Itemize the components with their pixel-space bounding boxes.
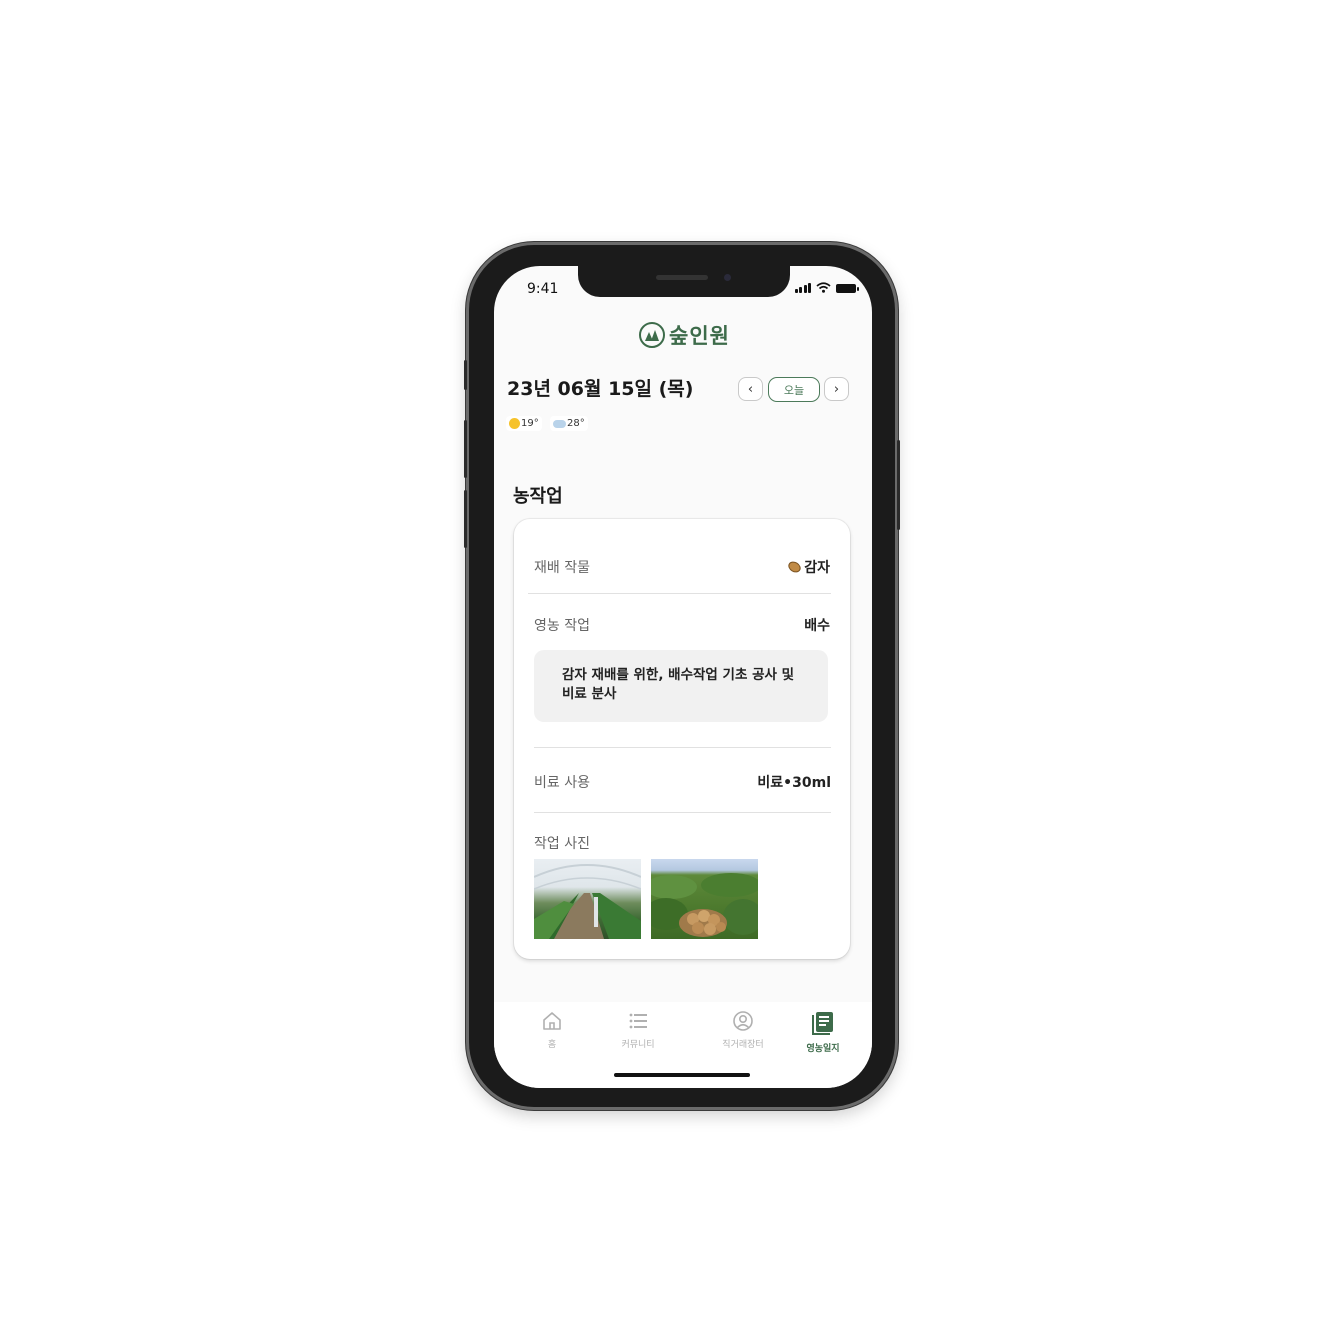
potato-icon — [786, 559, 803, 575]
phone-volume-down — [464, 490, 467, 548]
list-icon — [629, 1013, 647, 1029]
app-screen: 9:41 숲인원 23년 06월 15일 (목) ‹ 오늘 › 19° 28° … — [494, 266, 872, 1088]
tab-home[interactable]: 홈 — [520, 1010, 584, 1050]
chevron-right-icon: › — [833, 381, 840, 397]
weather-badge-high: 28° — [550, 416, 588, 431]
work-photo-potatoes[interactable] — [651, 859, 758, 939]
phone-volume-up — [464, 420, 467, 478]
cloud-icon — [553, 419, 566, 428]
journal-icon — [812, 1012, 833, 1035]
home-indicator — [614, 1073, 750, 1077]
signal-icon — [794, 283, 811, 293]
user-circle-icon — [733, 1011, 753, 1031]
work-value: 배수 — [804, 618, 830, 634]
phone-silent-switch — [464, 360, 467, 390]
weather-temp: 19° — [521, 418, 539, 429]
section-title: 농작업 — [513, 486, 563, 507]
today-button[interactable]: 오늘 — [768, 377, 820, 402]
status-time: 9:41 — [527, 281, 559, 297]
fertilizer-label: 비료 사용 — [534, 775, 590, 791]
prev-day-button[interactable]: ‹ — [738, 377, 763, 401]
status-icons — [794, 282, 859, 293]
sun-icon — [509, 418, 520, 429]
home-icon — [543, 1012, 561, 1030]
wifi-icon — [816, 282, 831, 293]
divider — [534, 747, 831, 748]
tab-farm-journal[interactable]: 영농일지 — [791, 1010, 855, 1054]
photos-label: 작업 사진 — [534, 836, 590, 852]
tab-community[interactable]: 커뮤니티 — [606, 1010, 670, 1050]
phone-power-button — [897, 440, 900, 530]
tab-label: 직거래장터 — [722, 1040, 764, 1050]
weather-badge-low: 19° — [506, 416, 542, 431]
speaker — [656, 275, 708, 280]
chevron-left-icon: ‹ — [747, 381, 754, 397]
divider — [534, 812, 831, 813]
page-date-title: 23년 06월 15일 (목) — [507, 378, 694, 400]
work-memo: 감자 재배를 위한, 배수작업 기초 공사 및 비료 분사 — [534, 650, 828, 722]
tab-label: 영농일지 — [806, 1044, 840, 1054]
work-photo-greenhouse[interactable] — [534, 859, 641, 939]
farm-work-card: 재배 작물 감자 영농 작업 배수 감자 재배를 위한, 배수작업 기초 공사 … — [514, 519, 850, 959]
work-label: 영농 작업 — [534, 618, 590, 634]
app-logo: 숲인원 — [639, 320, 730, 350]
app-logo-text: 숲인원 — [669, 323, 730, 348]
fertilizer-value: 비료•30ml — [757, 775, 831, 791]
weather-temp: 28° — [567, 418, 585, 429]
next-day-button[interactable]: › — [824, 377, 849, 401]
tab-label: 홈 — [547, 1040, 557, 1050]
crop-value: 감자 — [786, 557, 830, 577]
divider — [528, 593, 831, 594]
crop-label: 재배 작물 — [534, 560, 590, 576]
crop-value-text: 감자 — [804, 560, 830, 576]
tree-logo-icon — [639, 322, 665, 348]
notch — [578, 266, 790, 297]
tab-label: 커뮤니티 — [621, 1040, 655, 1050]
battery-icon — [836, 284, 859, 293]
tab-direct-market[interactable]: 직거래장터 — [711, 1010, 775, 1050]
front-camera — [724, 274, 731, 281]
